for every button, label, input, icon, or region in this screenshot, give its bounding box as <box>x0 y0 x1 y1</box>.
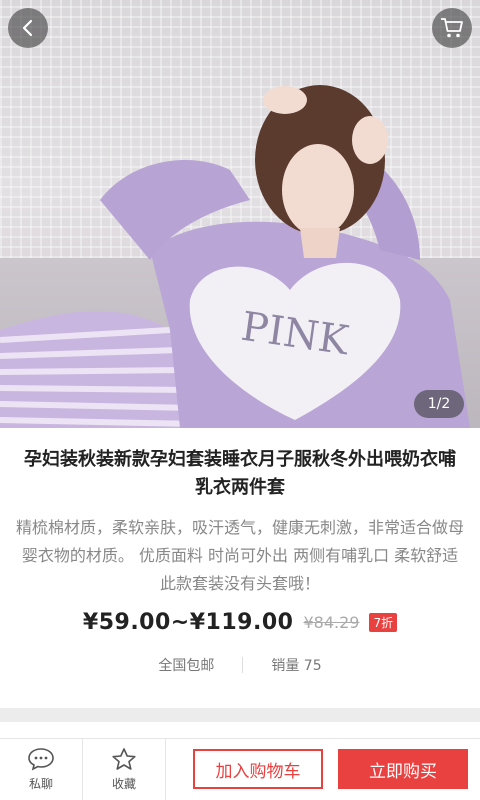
price-row: ¥59.00~¥119.00 ¥84.29 7折 <box>0 610 480 635</box>
section-divider <box>0 708 480 722</box>
star-icon <box>112 748 136 770</box>
neck <box>300 228 340 258</box>
price: ¥59.00~¥119.00 <box>82 610 294 635</box>
image-pager: 1/2 <box>414 390 464 418</box>
favorite-label: 收藏 <box>111 777 136 791</box>
sales-count: 销量 75 <box>271 658 322 674</box>
back-arrow-icon <box>22 19 33 37</box>
bar-separator <box>165 738 166 800</box>
buy-now-button[interactable]: 立即购买 <box>338 749 468 789</box>
product-title: 孕妇装秋装新款孕妇套装睡衣月子服秋冬外出喂奶衣哺乳衣两件套 <box>24 449 456 498</box>
meta-row: 全国包邮 销量 75 <box>0 655 480 675</box>
chat-button[interactable]: 私聊 <box>0 739 82 800</box>
cart-button[interactable] <box>432 8 472 48</box>
back-button[interactable] <box>8 8 48 48</box>
product-image-carousel[interactable]: PINK 1/2 <box>0 0 480 428</box>
shopping-cart-icon <box>441 18 463 38</box>
hand-left <box>263 86 307 114</box>
product-photo: PINK <box>0 85 470 428</box>
favorite-button[interactable]: 收藏 <box>83 739 165 800</box>
meta-divider <box>242 657 244 673</box>
bottom-action-bar: 私聊 收藏 加入购物车 立即购买 <box>0 738 480 800</box>
hand-right <box>352 116 388 164</box>
original-price: ¥84.29 <box>303 613 360 632</box>
face <box>282 144 354 236</box>
discount-badge: 7折 <box>369 613 398 632</box>
add-to-cart-button[interactable]: 加入购物车 <box>193 749 323 789</box>
chat-bubble-icon <box>28 748 54 771</box>
product-info: 孕妇装秋装新款孕妇套装睡衣月子服秋冬外出喂奶衣哺乳衣两件套 精梳棉材质，柔软亲肤… <box>0 428 480 675</box>
shipping-info: 全国包邮 <box>158 658 215 674</box>
chat-label: 私聊 <box>28 777 53 791</box>
product-description: 精梳棉材质，柔软亲肤，吸汗透气，健康无刺激，非常适合做母婴衣物的材质。 优质面料… <box>16 518 465 593</box>
